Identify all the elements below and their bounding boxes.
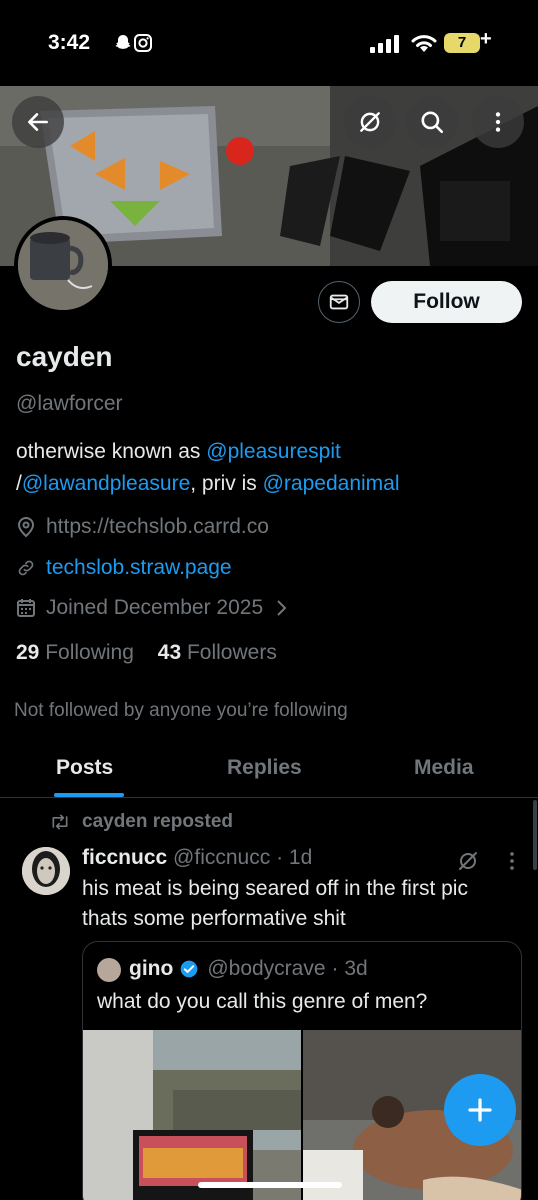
status-bar: 3:42 7 + [0, 0, 538, 86]
status-time: 3:42 [48, 31, 91, 54]
scrollbar[interactable] [533, 800, 537, 870]
location-text: https://techslob.carrd.co [46, 515, 269, 538]
profile-avatar[interactable] [14, 216, 112, 314]
repost-indicator: cayden reposted [50, 811, 233, 833]
quote-image-1 [83, 1030, 301, 1200]
following-count: 29 [16, 641, 40, 664]
snapchat-icon [115, 35, 131, 49]
follow-counts: 29 Following 43 Followers [16, 641, 277, 665]
compose-post-button[interactable] [444, 1074, 516, 1146]
post-text: his meat is being seared off in the firs… [82, 877, 468, 930]
bio-mention-link[interactable]: @pleasurespit [206, 440, 341, 463]
grok-icon [360, 112, 380, 132]
battery-indicator: 7 [444, 33, 480, 53]
profile-tabs: Posts Replies Media [0, 740, 538, 798]
followers-label: Followers [186, 641, 277, 664]
location-pin-icon [17, 516, 35, 538]
envelope-icon [329, 294, 349, 310]
quote-time: · 3d [331, 957, 368, 980]
arrow-left-icon [28, 113, 48, 131]
more-vertical-icon [495, 112, 501, 132]
profile-name: cayden [16, 341, 113, 372]
search-button[interactable] [406, 96, 458, 148]
followers-count: 43 [157, 641, 182, 664]
profile-bio: otherwise known as @pleasurespit/@lawand… [16, 436, 526, 500]
back-button[interactable] [12, 96, 64, 148]
quote-author-name: gino [129, 957, 174, 980]
wifi-icon [411, 35, 437, 52]
grok-button[interactable] [344, 96, 396, 148]
link-icon [18, 560, 34, 576]
profile-handle: @lawforcer [16, 392, 123, 415]
instagram-icon [134, 34, 152, 52]
repost-icon [52, 814, 68, 830]
avatar-image [18, 220, 108, 310]
message-button[interactable] [318, 281, 360, 323]
quote-author-handle: @bodycrave [207, 957, 326, 980]
not-followed-note: Not followed by anyone you’re following [14, 700, 348, 721]
charging-icon: + [480, 28, 492, 50]
cellular-signal-icon [370, 35, 399, 53]
post-time: · 1d [276, 846, 313, 869]
bio-mention-link[interactable]: @lawandpleasure [22, 472, 190, 495]
tab-posts[interactable]: Posts [56, 756, 113, 780]
post-author-name[interactable]: ficcnucc [82, 846, 167, 869]
post-header: ficcnucc @ficcnucc · 1d [82, 846, 312, 870]
following-label: Following [45, 641, 134, 664]
grok-icon[interactable] [456, 849, 480, 873]
quoted-post[interactable]: gino @bodycrave · 3d what do you call th… [82, 941, 522, 1200]
search-icon [421, 111, 444, 134]
following-count-link[interactable]: 29 Following [16, 641, 134, 664]
location-row: https://techslob.carrd.co [16, 515, 269, 539]
repost-label: cayden reposted [82, 811, 233, 832]
verified-badge-icon [180, 960, 198, 978]
bio-text: , priv is [190, 472, 263, 495]
post-avatar-image [22, 847, 70, 895]
chevron-right-icon [277, 600, 287, 616]
website-link[interactable]: techslob.straw.page [46, 556, 232, 580]
more-options-button[interactable] [472, 96, 524, 148]
quote-header: gino @bodycrave · 3d [129, 957, 368, 981]
post-author-avatar[interactable] [22, 847, 70, 895]
follow-button[interactable]: Follow [371, 281, 522, 323]
active-tab-indicator [54, 793, 124, 797]
tab-media[interactable]: Media [414, 756, 474, 780]
plus-icon [468, 1098, 492, 1122]
website-row[interactable]: techslob.straw.page [16, 556, 232, 580]
calendar-icon [17, 599, 35, 617]
tab-replies[interactable]: Replies [227, 756, 302, 780]
joined-text: Joined December 2025 [46, 596, 264, 619]
quote-author-avatar [97, 958, 121, 982]
bio-mention-link[interactable]: @rapedanimal [263, 472, 400, 495]
bio-text: otherwise known as [16, 440, 207, 463]
home-indicator[interactable] [198, 1182, 342, 1188]
post-author-handle[interactable]: @ficcnucc [173, 846, 270, 869]
joined-row[interactable]: Joined December 2025 [16, 596, 297, 620]
followers-count-link[interactable]: 43 Followers [158, 641, 277, 664]
quote-image[interactable] [83, 1030, 301, 1200]
post-more-icon[interactable] [504, 851, 520, 871]
quote-text: what do you call this genre of men? [97, 990, 428, 1013]
